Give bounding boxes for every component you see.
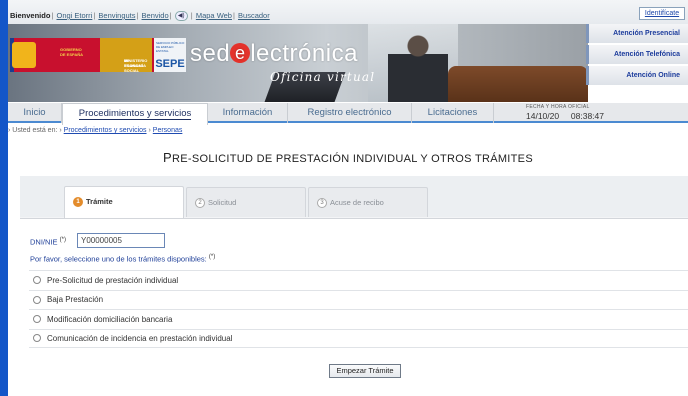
attention-telefonica-button[interactable]: Atención Telefónica [586,45,688,64]
top-links: Bienvenido| Ongi Etorri| Benvinguts| Ben… [10,11,270,22]
radio-button[interactable] [33,334,41,343]
form-body: DNI/NIE (*) Por favor, seleccione uno de… [20,218,688,391]
tab-informacion[interactable]: Información [208,103,288,123]
attention-presencial-button[interactable]: Atención Presencial [586,24,688,43]
speaker-icon[interactable]: ◀) [174,11,188,22]
welcome-text: Bienvenido [10,11,51,20]
breadcrumb: › Usted está en: › Procedimientos y serv… [8,127,183,134]
breadcrumb-personas[interactable]: Personas [153,127,183,134]
step-acuse: 3 Acuse de recibo [308,187,428,217]
empezar-tramite-button[interactable]: Empezar Trámite [329,364,401,378]
lang-link-catalan[interactable]: Benvinguts [98,11,135,20]
option-pre-solicitud[interactable]: Pre-Solicitud de prestación individual [29,270,688,290]
sitemap-link[interactable]: Mapa Web [196,11,232,20]
option-baja-prestacion[interactable]: Baja Prestación [29,289,688,310]
form-panel: 1 Trámite 2 Solicitud 3 Acuse de recibo DNI… [20,176,688,391]
radio-button[interactable] [33,276,41,285]
option-modificacion-domiciliacion[interactable]: Modificación domiciliación bancaria [29,309,688,329]
sede-electronica-logo[interactable]: sed e lectrónica [190,40,358,68]
official-time: 08:38:47 [570,111,604,121]
official-date: 14/10/20 [526,111,560,121]
radio-button[interactable] [33,295,41,304]
dni-label: DNI/NIE (*) [30,237,66,247]
step-bar: 1 Trámite 2 Solicitud 3 Acuse de recibo [20,176,688,218]
lang-link-basque[interactable]: Ongi Etorri [56,11,92,20]
step-tramite: 1 Trámite [64,186,184,218]
radio-button[interactable] [33,315,41,324]
sepe-logo[interactable]: SERVICIO PÚBLICO DE EMPLEO ESTATAL SEPE [154,38,186,72]
instruction-text: Por favor, seleccione uno de los trámite… [30,254,216,264]
banner-sofa-image [448,66,588,102]
step-number-1: 1 [73,197,83,208]
breadcrumb-procedimientos[interactable]: Procedimientos y servicios [64,127,147,134]
oficina-virtual-subtitle: Oficina virtual [270,70,376,84]
page-title: PRE-SOLICITUD DE PRESTACIÓN INDIVIDUAL Y… [163,150,533,165]
tab-inicio[interactable]: Inicio [8,103,62,123]
dni-input[interactable] [77,233,165,248]
tab-procedimientos[interactable]: Procedimientos y servicios [62,103,208,125]
ministry-logo: MINISTERIO DE TRABAJO Y ECONOMÍA SOCIAL [100,38,152,73]
attention-online-button[interactable]: Atención Online [586,66,688,85]
tab-licitaciones[interactable]: Licitaciones [412,103,494,123]
official-datetime: FECHA Y HORA OFICIAL 14/10/20 08:38:47 [526,104,604,121]
step-number-2: 2 [195,198,205,209]
tramite-options: Pre-Solicitud de prestación individual B… [29,270,688,348]
step-number-3: 3 [317,198,327,209]
identificate-button[interactable]: Identifícate [639,7,685,20]
coat-of-arms-icon [12,42,36,68]
search-link[interactable]: Buscador [238,11,270,20]
header-banner: GOBIERNO DE ESPAÑA MINISTERIO DE TRABAJO Y … [8,24,588,102]
attention-menu: Atención Presencial Atención Telefónica … [586,24,688,87]
step-solicitud: 2 Solicitud [186,187,306,217]
tab-registro[interactable]: Registro electrónico [288,103,412,123]
banner-person-image [388,32,448,102]
page: Bienvenido| Ongi Etorri| Benvinguts| Ben… [8,0,688,396]
lang-link-galician[interactable]: Benvido [142,11,169,20]
option-comunicacion-incidencia[interactable]: Comunicación de incidencia en prestación… [29,328,688,348]
